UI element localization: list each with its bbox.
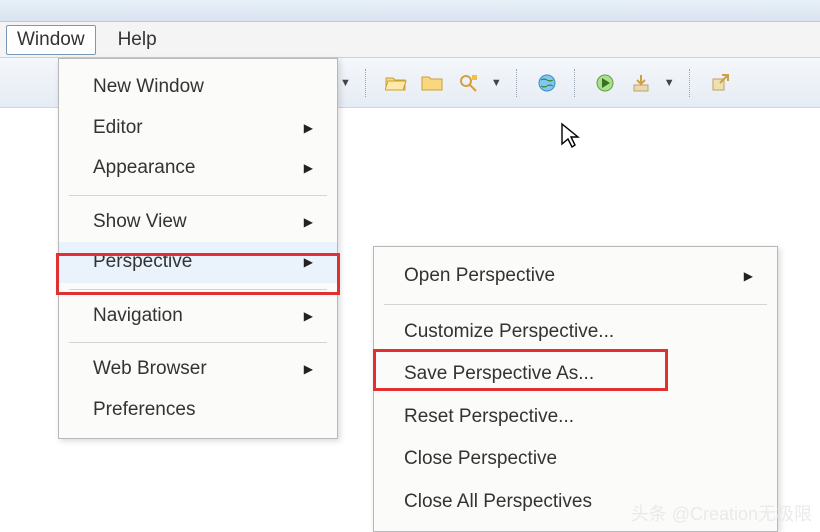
submenu-arrow-icon: ▶ <box>304 213 313 231</box>
menu-label: Customize Perspective... <box>404 318 614 347</box>
menu-show-view[interactable]: Show View ▶ <box>59 202 337 243</box>
menu-window[interactable]: Window <box>6 25 96 55</box>
menu-preferences[interactable]: Preferences <box>59 390 337 431</box>
folder-open-icon[interactable] <box>383 70 409 96</box>
toolbar-separator <box>516 69 520 97</box>
toolbar-separator <box>365 69 369 97</box>
external-link-icon[interactable] <box>707 70 733 96</box>
menu-editor[interactable]: Editor ▶ <box>59 108 337 149</box>
toolbar-dropdown-arrow[interactable]: ▼ <box>340 77 351 89</box>
menubar: Window Help <box>0 22 820 58</box>
menu-label: Close All Perspectives <box>404 488 592 517</box>
submenu-arrow-icon: ▶ <box>304 360 313 378</box>
menu-close-all-perspectives[interactable]: Close All Perspectives <box>374 481 777 524</box>
submenu-arrow-icon: ▶ <box>304 307 313 325</box>
menu-label: Show View <box>93 208 187 237</box>
menu-help[interactable]: Help <box>108 26 167 54</box>
toolbar-dropdown-arrow[interactable]: ▼ <box>664 77 675 89</box>
menu-appearance[interactable]: Appearance ▶ <box>59 148 337 189</box>
menu-label: Editor <box>93 114 143 143</box>
menu-new-window[interactable]: New Window <box>59 67 337 108</box>
menu-separator <box>69 195 327 196</box>
run-icon[interactable] <box>592 70 618 96</box>
menu-label: Reset Perspective... <box>404 403 574 432</box>
menu-close-perspective[interactable]: Close Perspective <box>374 438 777 481</box>
menu-label: Navigation <box>93 302 183 331</box>
menu-label: Preferences <box>93 396 195 425</box>
cursor-icon <box>560 122 582 157</box>
download-icon[interactable] <box>628 70 654 96</box>
menu-navigation[interactable]: Navigation ▶ <box>59 296 337 337</box>
submenu-arrow-icon: ▶ <box>304 119 313 137</box>
menu-label: Open Perspective <box>404 262 555 291</box>
search-icon[interactable] <box>455 70 481 96</box>
toolbar-separator <box>689 69 693 97</box>
perspective-submenu: Open Perspective ▶ Customize Perspective… <box>373 246 778 532</box>
menu-separator <box>69 342 327 343</box>
menu-customize-perspective[interactable]: Customize Perspective... <box>374 311 777 354</box>
submenu-arrow-icon: ▶ <box>744 267 753 285</box>
window-dropdown-menu: New Window Editor ▶ Appearance ▶ Show Vi… <box>58 58 338 439</box>
window-titlebar <box>0 0 820 22</box>
toolbar-dropdown-arrow[interactable]: ▼ <box>491 77 502 89</box>
menu-label: Web Browser <box>93 355 207 384</box>
globe-icon[interactable] <box>534 70 560 96</box>
submenu-arrow-icon: ▶ <box>304 159 313 177</box>
menu-web-browser[interactable]: Web Browser ▶ <box>59 349 337 390</box>
menu-label: Close Perspective <box>404 445 557 474</box>
toolbar-separator <box>574 69 578 97</box>
menu-reset-perspective[interactable]: Reset Perspective... <box>374 396 777 439</box>
menu-separator <box>69 289 327 290</box>
menu-save-perspective-as[interactable]: Save Perspective As... <box>374 353 777 396</box>
menu-separator <box>384 304 767 305</box>
menu-label: Perspective <box>93 248 192 277</box>
menu-perspective[interactable]: Perspective ▶ <box>59 242 337 283</box>
menu-label: Save Perspective As... <box>404 360 594 389</box>
menu-label: New Window <box>93 73 204 102</box>
folder-icon[interactable] <box>419 70 445 96</box>
menu-label: Appearance <box>93 154 195 183</box>
submenu-arrow-icon: ▶ <box>304 253 313 271</box>
menu-open-perspective[interactable]: Open Perspective ▶ <box>374 255 777 298</box>
